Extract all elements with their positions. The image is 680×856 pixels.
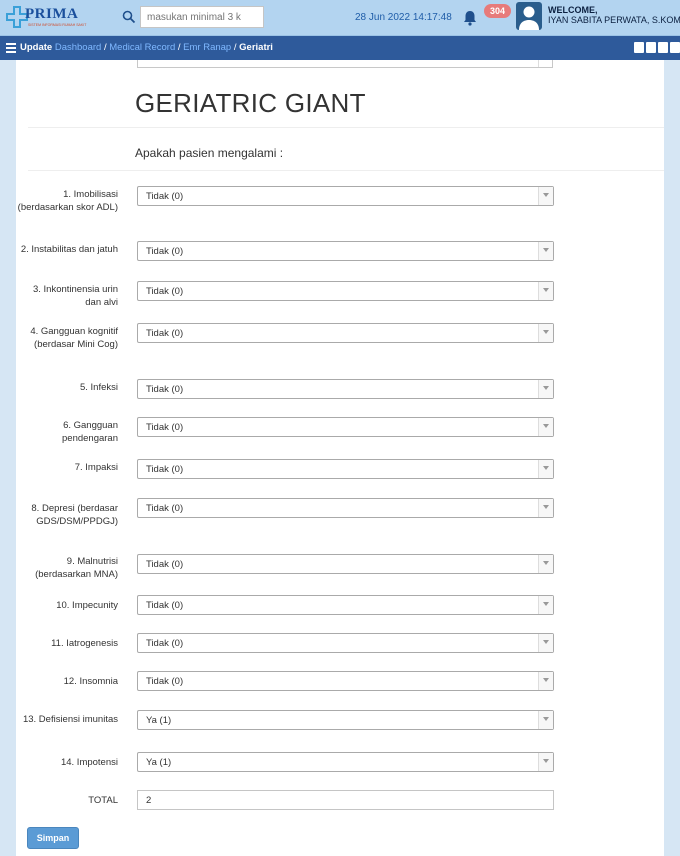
- chevron-down-icon: [538, 242, 553, 260]
- select-value: Tidak (0): [146, 503, 184, 514]
- chevron-down-icon: [538, 753, 553, 771]
- bell-icon[interactable]: [463, 10, 477, 26]
- select-instabilitas[interactable]: Tidak (0): [137, 241, 554, 261]
- field-label: 6. Gangguan pendengaran: [62, 420, 118, 444]
- clipboard-icon[interactable]: [646, 42, 656, 53]
- document-icon[interactable]: [670, 42, 680, 53]
- logo-subtext: SISTEM INFORMASI RUMAH SAKIT: [28, 23, 87, 27]
- field-label: 13. Defisiensi imunitas: [22, 714, 118, 725]
- page-title: GERIATRIC GIANT: [135, 88, 366, 118]
- select-inkontinensia[interactable]: Tidak (0): [137, 281, 554, 301]
- save-button[interactable]: Simpan: [27, 827, 79, 849]
- form-question: Apakah pasien mengalami :: [135, 146, 284, 160]
- chevron-down-icon: [538, 460, 553, 478]
- welcome-label: WELCOME,: [548, 5, 598, 15]
- select-value: Ya (1): [146, 757, 172, 768]
- breadcrumb-medical-record[interactable]: Medical Record: [109, 42, 175, 53]
- breadcrumb-separator: /: [103, 42, 107, 53]
- current-datetime: 28 Jun 2022 14:17:48: [355, 12, 452, 23]
- select-infeksi[interactable]: Tidak (0): [137, 379, 554, 399]
- chevron-down-icon: [538, 555, 553, 573]
- select-value: Tidak (0): [146, 422, 184, 433]
- select-value: Ya (1): [146, 715, 172, 726]
- breadcrumb-current: Geriatri: [239, 42, 273, 53]
- field-label: 14. Impotensi: [60, 757, 118, 768]
- select-value: Tidak (0): [146, 676, 184, 687]
- field-label: 12. Insomnia: [63, 676, 118, 687]
- chat-icon[interactable]: [658, 42, 668, 53]
- previous-select[interactable]: [137, 60, 553, 68]
- search-icon[interactable]: [122, 10, 136, 24]
- total-label: TOTAL: [88, 795, 118, 806]
- select-impaksi[interactable]: Tidak (0): [137, 459, 554, 479]
- chevron-down-icon: [538, 499, 553, 517]
- select-value: Tidak (0): [146, 384, 184, 395]
- total-field[interactable]: [137, 790, 554, 810]
- chevron-down-icon: [538, 187, 553, 205]
- field-label: 5. Infeksi: [79, 382, 118, 393]
- select-gangguan-pendengaran[interactable]: Tidak (0): [137, 417, 554, 437]
- breadcrumb-bar: Update Dashboard / Medical Record / Emr …: [0, 36, 680, 60]
- select-imobilisasi[interactable]: Tidak (0): [137, 186, 554, 206]
- select-insomnia[interactable]: Tidak (0): [137, 671, 554, 691]
- select-iatrogenesis[interactable]: Tidak (0): [137, 633, 554, 653]
- select-value: Tidak (0): [146, 191, 184, 202]
- chevron-down-icon: [538, 324, 553, 342]
- field-label: 8. Depresi (berdasar GDS/DSM/PPDGJ): [31, 503, 118, 527]
- menu-icon[interactable]: [6, 43, 16, 53]
- breadcrumb-separator: /: [177, 42, 181, 53]
- select-value: Tidak (0): [146, 328, 184, 339]
- chevron-down-icon: [538, 418, 553, 436]
- toolbar-icons: [634, 42, 680, 54]
- logo-text: PRIMA: [25, 6, 79, 22]
- field-label: 4. Gangguan kognitif (berdasar Mini Cog): [30, 326, 118, 350]
- avatar[interactable]: [516, 2, 542, 30]
- select-value: Tidak (0): [146, 246, 184, 257]
- breadcrumb-prefix: Update: [20, 42, 53, 53]
- top-bar: PRIMA SISTEM INFORMASI RUMAH SAKIT 28 Ju…: [0, 0, 680, 36]
- prima-logo[interactable]: PRIMA SISTEM INFORMASI RUMAH SAKIT: [6, 4, 110, 32]
- user-icon: [519, 6, 539, 30]
- breadcrumb: Update Dashboard / Medical Record / Emr …: [20, 42, 273, 53]
- select-value: Tidak (0): [146, 559, 184, 570]
- select-value: Tidak (0): [146, 638, 184, 649]
- breadcrumb-dashboard[interactable]: Dashboard: [55, 42, 101, 53]
- select-gangguan-kognitif[interactable]: Tidak (0): [137, 323, 554, 343]
- divider: [28, 170, 664, 171]
- image-icon[interactable]: [634, 42, 644, 53]
- chevron-down-icon: [538, 672, 553, 690]
- field-label: 1. Imobilisasi (berdasarkan skor ADL): [17, 189, 118, 213]
- select-value: Tidak (0): [146, 286, 184, 297]
- select-impotensi[interactable]: Ya (1): [137, 752, 554, 772]
- select-value: Tidak (0): [146, 600, 184, 611]
- select-impecunity[interactable]: Tidak (0): [137, 595, 554, 615]
- divider: [28, 127, 664, 128]
- welcome-text[interactable]: WELCOME, IYAN SABITA PERWATA, S.KOM: [548, 5, 680, 25]
- form-panel: GERIATRIC GIANT Apakah pasien mengalami …: [16, 60, 664, 856]
- breadcrumb-separator: /: [233, 42, 237, 53]
- chevron-down-icon: [538, 596, 553, 614]
- field-label: 9. Malnutrisi (berdasarkan MNA): [35, 556, 118, 580]
- breadcrumb-emr-ranap[interactable]: Emr Ranap: [183, 42, 231, 53]
- field-label: 2. Instabilitas dan jatuh: [20, 244, 118, 255]
- select-malnutrisi[interactable]: Tidak (0): [137, 554, 554, 574]
- search-input[interactable]: [140, 6, 264, 28]
- chevron-down-icon: [538, 380, 553, 398]
- chevron-down-icon: [538, 282, 553, 300]
- chevron-down-icon: [538, 634, 553, 652]
- select-value: Tidak (0): [146, 464, 184, 475]
- chevron-down-icon: [538, 711, 553, 729]
- select-depresi[interactable]: Tidak (0): [137, 498, 554, 518]
- field-label: 3. Inkontinensia urin dan alvi: [32, 284, 118, 308]
- field-label: 7. Impaksi: [74, 462, 118, 473]
- notification-badge[interactable]: 304: [484, 4, 512, 18]
- user-name: IYAN SABITA PERWATA, S.KOM: [548, 15, 680, 25]
- field-label: 11. Iatrogenesis: [51, 638, 118, 649]
- select-defisiensi-imunitas[interactable]: Ya (1): [137, 710, 554, 730]
- field-label: 10. Impecunity: [56, 600, 118, 611]
